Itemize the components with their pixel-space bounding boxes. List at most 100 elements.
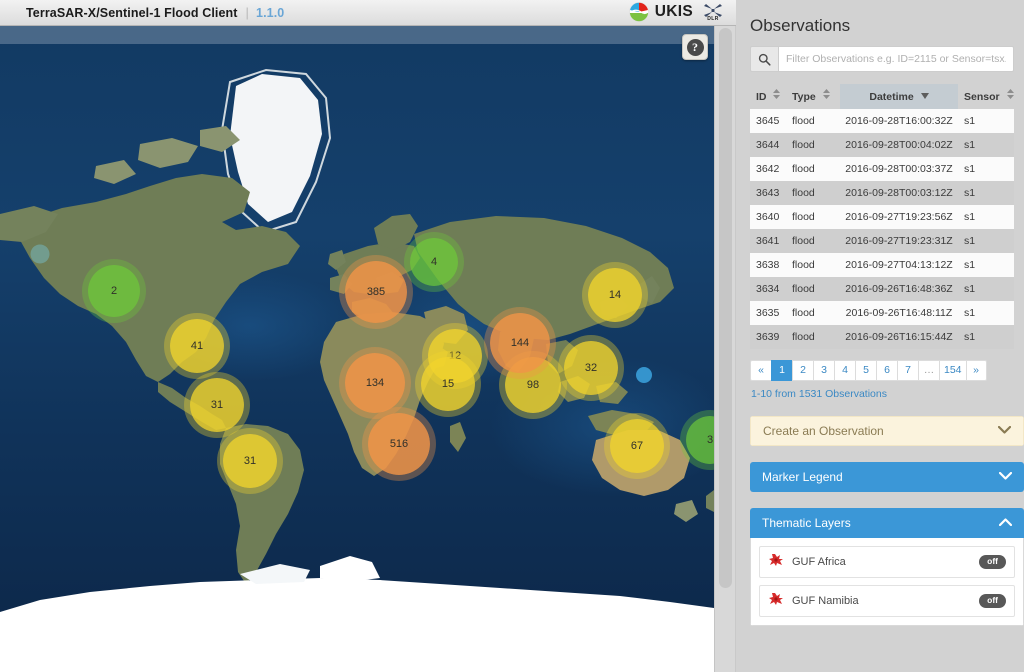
pagination-page-154[interactable]: 154 [939, 360, 966, 381]
cell-id: 3642 [756, 163, 780, 175]
sort-desc-icon [920, 90, 929, 102]
table-row[interactable]: 3645 flood 2016-09-28T16:00:32Z s1 [750, 109, 1014, 133]
thematic-layer-info: GUF Africa [768, 552, 846, 572]
thematic-layer-toggle[interactable]: off [979, 594, 1006, 608]
sort-both-icon [773, 89, 781, 102]
cluster-marker-count: 14 [608, 289, 622, 301]
column-label-sensor: Sensor [964, 91, 1000, 103]
pagination-page-1[interactable]: 1 [771, 360, 792, 381]
ukis-wordmark: UKIS [654, 3, 693, 20]
observation-marker[interactable] [636, 367, 652, 383]
cell-datetime: 2016-09-27T04:13:12Z [845, 259, 953, 271]
cell-type: flood [792, 211, 815, 223]
cell-type: flood [792, 139, 815, 151]
cluster-marker-count: 98 [526, 379, 540, 391]
thematic-layer-label: GUF Namibia [792, 595, 859, 607]
column-label-type: Type [792, 91, 816, 103]
cell-sensor: s1 [964, 259, 976, 271]
table-row[interactable]: 3643 flood 2016-09-28T00:03:12Z s1 [750, 181, 1014, 205]
cell-sensor: s1 [964, 235, 976, 247]
cell-type: flood [792, 115, 815, 127]
cell-id: 3635 [756, 307, 780, 319]
cluster-marker[interactable]: 144 [490, 313, 550, 373]
accordion-marker-legend-header[interactable]: Marker Legend [750, 462, 1024, 492]
cell-sensor: s1 [964, 211, 976, 223]
cell-datetime: 2016-09-28T00:04:02Z [845, 139, 953, 151]
cluster-marker[interactable]: 2 [88, 265, 140, 317]
thematic-layer-row[interactable]: GUF Namibia off [759, 585, 1015, 617]
cell-datetime: 2016-09-28T16:00:32Z [845, 115, 953, 127]
cluster-marker[interactable]: 516 [368, 413, 430, 475]
table-row[interactable]: 3640 flood 2016-09-27T19:23:56Z s1 [750, 205, 1014, 229]
table-row[interactable]: 3644 flood 2016-09-28T00:04:02Z s1 [750, 133, 1014, 157]
pagination-page-5[interactable]: 5 [855, 360, 876, 381]
help-button[interactable]: ? [682, 34, 708, 60]
cluster-marker-count: 31 [210, 399, 224, 411]
app-header: TerraSAR-X/Sentinel-1 Flood Client | 1.1.0… [0, 0, 736, 26]
pagination-page-3[interactable]: 3 [813, 360, 834, 381]
cluster-marker-count: 144 [510, 337, 530, 349]
table-row[interactable]: 3635 flood 2016-09-26T16:48:11Z s1 [750, 301, 1014, 325]
cell-id: 3638 [756, 259, 780, 271]
column-header-datetime[interactable]: Datetime [840, 84, 958, 109]
cell-type: flood [792, 283, 815, 295]
map-canvas[interactable]: ? 2 4 3 41 31 31 12 15 98 14 32 67 385 144 134 516 [0, 26, 714, 672]
cluster-marker[interactable]: 134 [345, 353, 405, 413]
cell-id: 3639 [756, 331, 780, 343]
column-header-type[interactable]: Type [792, 84, 840, 109]
cluster-marker[interactable]: 385 [345, 261, 407, 323]
table-row[interactable]: 3639 flood 2016-09-26T16:15:44Z s1 [750, 325, 1014, 349]
pagination-prev[interactable]: « [750, 360, 771, 381]
table-header: ID Type Datetime Sensor [750, 84, 1014, 109]
accordion-marker-legend-label: Marker Legend [762, 470, 843, 484]
cluster-marker-count: 516 [389, 438, 409, 450]
accordion-thematic-layers-header[interactable]: Thematic Layers [750, 508, 1024, 538]
flood-client-app: TerraSAR-X/Sentinel-1 Flood Client | 1.1.0… [0, 0, 1024, 672]
cell-type: flood [792, 331, 815, 343]
thematic-layer-row[interactable]: GUF Africa off [759, 546, 1015, 578]
app-title-text: TerraSAR-X/Sentinel-1 Flood Client [26, 6, 238, 20]
dlr-logo: DLR [702, 3, 724, 22]
cell-id: 3640 [756, 211, 780, 223]
cluster-marker[interactable]: 32 [564, 341, 618, 395]
thematic-layer-toggle[interactable]: off [979, 555, 1006, 569]
cluster-marker[interactable]: 31 [190, 378, 244, 432]
map-scrollbar-thumb[interactable] [719, 28, 732, 588]
cluster-marker-count: 15 [441, 378, 455, 390]
search-input[interactable] [778, 46, 1014, 72]
map-scrollbar-track[interactable] [714, 26, 736, 672]
pagination-next[interactable]: » [965, 360, 987, 381]
cell-sensor: s1 [964, 307, 976, 319]
cluster-marker-count: 385 [366, 286, 386, 298]
cell-type: flood [792, 307, 815, 319]
sort-both-icon [1006, 89, 1014, 102]
column-header-id[interactable]: ID [750, 84, 792, 109]
column-header-sensor[interactable]: Sensor [958, 84, 1014, 109]
pagination-summary: 1-10 from 1531 Observations [751, 388, 887, 400]
cluster-marker[interactable]: 31 [223, 434, 277, 488]
table-row[interactable]: 3642 flood 2016-09-28T00:03:37Z s1 [750, 157, 1014, 181]
cluster-marker[interactable]: 14 [588, 268, 642, 322]
accordion-marker-legend: Marker Legend [750, 462, 1024, 492]
cluster-marker[interactable]: 67 [610, 419, 664, 473]
table-row[interactable]: 3638 flood 2016-09-27T04:13:12Z s1 [750, 253, 1014, 277]
search-icon [750, 46, 778, 72]
pagination-page-6[interactable]: 6 [876, 360, 897, 381]
pagination-page-2[interactable]: 2 [792, 360, 813, 381]
cluster-marker-count: 32 [584, 362, 598, 374]
table-row[interactable]: 3641 flood 2016-09-27T19:23:31Z s1 [750, 229, 1014, 253]
brand-logos: UKIS DLR [629, 2, 724, 22]
cluster-marker-count: 67 [630, 440, 644, 452]
pagination-page-7[interactable]: 7 [897, 360, 918, 381]
observation-marker[interactable] [30, 244, 50, 264]
pagination-page-4[interactable]: 4 [834, 360, 855, 381]
accordion-create-observation-header[interactable]: Create an Observation [750, 416, 1024, 446]
accordion-thematic-layers-label: Thematic Layers [762, 516, 851, 530]
cluster-marker[interactable]: 41 [170, 319, 224, 373]
cluster-marker-count: 134 [365, 377, 385, 389]
cluster-marker[interactable]: 4 [410, 238, 458, 286]
cluster-marker[interactable]: 15 [421, 357, 475, 411]
table-row[interactable]: 3634 flood 2016-09-26T16:48:36Z s1 [750, 277, 1014, 301]
cluster-marker-count: 41 [190, 340, 204, 352]
cell-id: 3641 [756, 235, 780, 247]
